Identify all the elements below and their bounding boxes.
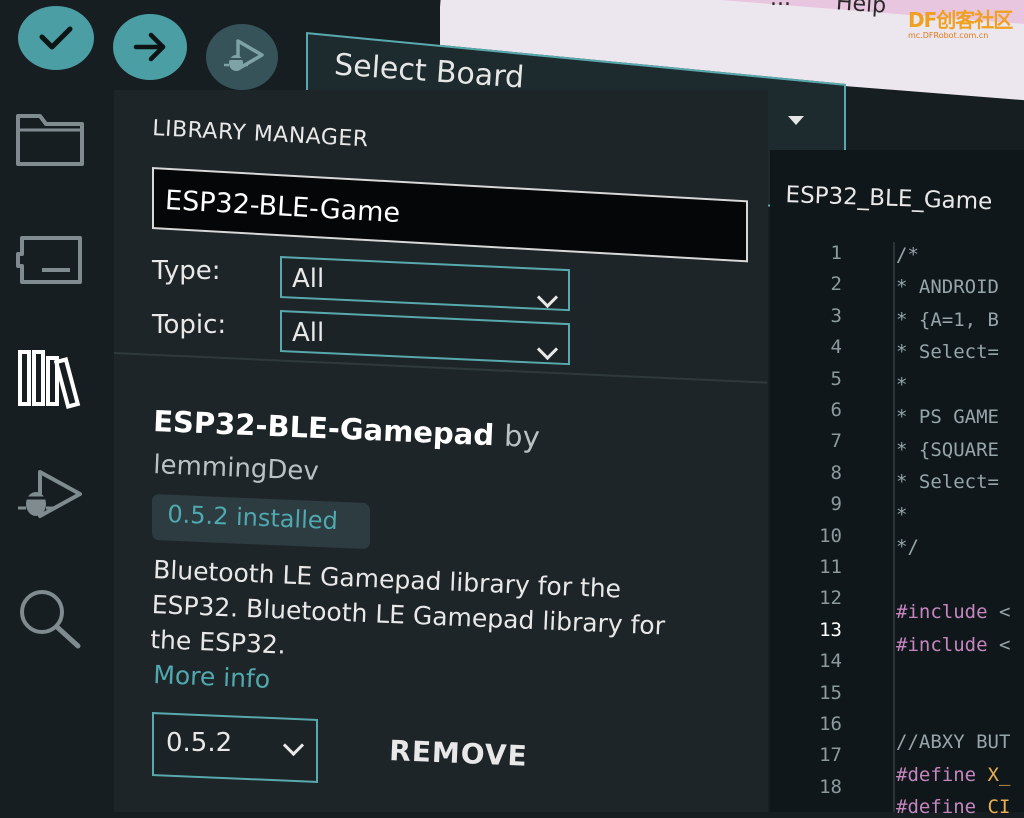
line-number: 4	[830, 336, 842, 359]
type-filter-label: Type:	[152, 256, 221, 286]
watermark-main: DF创客社区	[908, 8, 1013, 32]
topic-filter-label: Topic:	[152, 310, 227, 340]
line-number: 10	[819, 524, 842, 547]
debug-icon	[224, 39, 264, 71]
code-line: //ABXY BUT	[896, 731, 1011, 754]
watermark-logo: DF创客社区 mc.DFRobot.com.cn	[908, 4, 1024, 40]
sidebar	[0, 90, 112, 812]
line-number: 17	[819, 744, 842, 767]
line-number: 2	[830, 273, 842, 296]
boards-manager-icon[interactable]	[14, 232, 86, 288]
line-number: 16	[819, 713, 842, 735]
library-by: by	[503, 418, 541, 455]
line-number: 7	[830, 430, 842, 453]
topic-filter-value: All	[292, 318, 325, 348]
type-filter-value: All	[292, 264, 325, 294]
code-line: #define X_	[896, 763, 1011, 786]
code-line: *	[896, 373, 908, 396]
line-number: 6	[830, 399, 842, 421]
line-number: 15	[819, 681, 842, 704]
debug-button[interactable]	[206, 24, 278, 90]
code-line: #define CI	[896, 796, 1011, 818]
line-number: 8	[830, 461, 842, 484]
upload-button[interactable]	[113, 14, 187, 80]
folder-icon[interactable]	[14, 108, 86, 168]
code-line: #include <	[896, 601, 1011, 624]
code-line: * Select=	[896, 341, 999, 364]
code-line: /*	[896, 244, 919, 266]
line-number: 1	[830, 242, 842, 264]
line-number: 3	[830, 304, 842, 327]
line-number: 18	[819, 775, 842, 798]
library-icon[interactable]	[14, 346, 86, 410]
code-line: * Select=	[896, 471, 999, 494]
verify-button[interactable]	[18, 6, 94, 70]
search-icon[interactable]	[14, 584, 86, 652]
line-number: 12	[819, 587, 842, 610]
caret-down-icon	[788, 116, 804, 125]
code-line: #include <	[896, 633, 1011, 656]
code-line: * {A=1, B	[896, 308, 999, 331]
code-line: * ANDROID	[896, 276, 999, 299]
line-number: 13	[819, 618, 842, 641]
debug-icon[interactable]	[14, 466, 86, 526]
code-line: * PS GAME	[896, 406, 999, 429]
remove-button[interactable]: REMOVE	[389, 734, 529, 773]
menu-item-cut[interactable]: ...	[770, 0, 791, 11]
version-select-value: 0.5.2	[166, 728, 233, 758]
checkmark-icon	[39, 26, 73, 50]
arrow-right-icon	[133, 32, 166, 62]
line-number: 14	[819, 650, 842, 673]
gutter-separator	[893, 242, 895, 812]
line-number: 11	[819, 556, 842, 578]
line-number: 5	[830, 367, 842, 390]
code-line: * {SQUARE	[896, 438, 999, 461]
code-line: */	[896, 536, 919, 559]
code-line: *	[896, 503, 908, 526]
line-number: 9	[830, 493, 842, 516]
more-info-link[interactable]: More info	[153, 660, 271, 694]
